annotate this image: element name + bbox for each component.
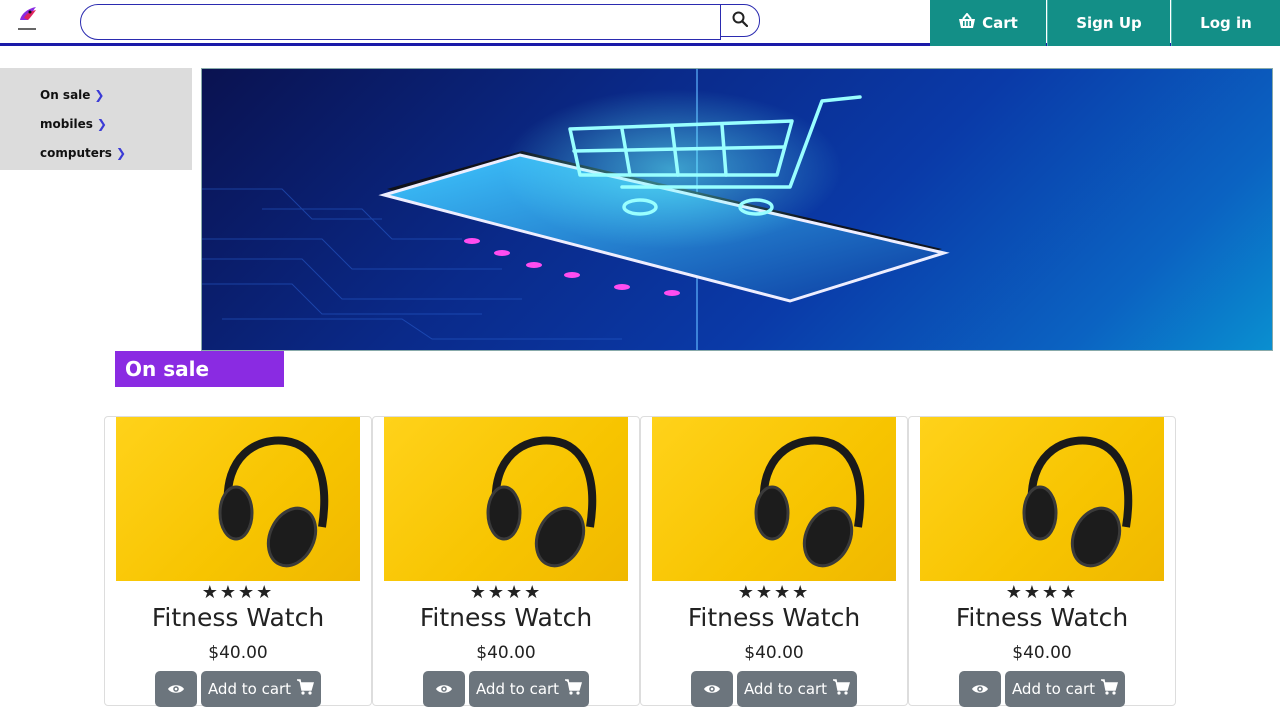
add-to-cart-button[interactable]: Add to cart — [1005, 671, 1125, 707]
chevron-right-icon: ❯ — [96, 116, 107, 131]
sidebar-item-label: mobiles — [40, 116, 93, 131]
cart-label: Cart — [982, 14, 1018, 32]
shopping-cart-icon — [832, 679, 851, 699]
shopping-cart-icon — [564, 679, 583, 699]
shopping-cart-icon — [296, 679, 315, 699]
product-image[interactable] — [384, 417, 628, 581]
sidebar-item-on-sale[interactable]: On sale ❯ — [0, 80, 192, 109]
eye-icon — [703, 680, 721, 699]
product-price: $40.00 — [476, 643, 536, 663]
chevron-right-icon: ❯ — [115, 145, 126, 160]
login-label: Log in — [1200, 14, 1252, 32]
add-to-cart-label: Add to cart — [743, 680, 828, 698]
login-button[interactable]: Log in — [1171, 0, 1280, 46]
add-to-cart-button[interactable]: Add to cart — [201, 671, 321, 707]
product-image[interactable] — [116, 417, 360, 581]
product-image[interactable] — [920, 417, 1164, 581]
signup-label: Sign Up — [1076, 14, 1142, 32]
search-icon — [732, 11, 749, 31]
sidebar-item-label: On sale — [40, 87, 91, 102]
view-button[interactable] — [691, 671, 733, 707]
product-card: ★★★★ Fitness Watch $40.00 Add to cart — [104, 416, 372, 707]
view-button[interactable] — [959, 671, 1001, 707]
chevron-right-icon: ❯ — [94, 87, 105, 102]
search-button[interactable] — [720, 4, 760, 37]
search-input[interactable] — [80, 4, 721, 40]
hero-banner — [201, 68, 1273, 351]
sidebar-item-label: computers — [40, 145, 112, 160]
add-to-cart-button[interactable]: Add to cart — [469, 671, 589, 707]
eye-icon — [167, 680, 185, 699]
add-to-cart-button[interactable]: Add to cart — [737, 671, 857, 707]
product-card: ★★★★ Fitness Watch $40.00 Add to cart — [908, 416, 1176, 707]
add-to-cart-label: Add to cart — [207, 680, 292, 698]
section-title: On sale — [115, 351, 284, 387]
sidebar-item-computers[interactable]: computers ❯ — [0, 138, 192, 167]
eye-icon — [971, 680, 989, 699]
product-price: $40.00 — [1012, 643, 1072, 663]
rating-stars: ★★★★ — [737, 582, 811, 603]
product-card: ★★★★ Fitness Watch $40.00 Add to cart — [372, 416, 640, 707]
product-price: $40.00 — [744, 643, 804, 663]
product-price: $40.00 — [208, 643, 268, 663]
view-button[interactable] — [423, 671, 465, 707]
shopping-cart-icon — [1100, 679, 1119, 699]
signup-button[interactable]: Sign Up — [1047, 0, 1170, 46]
view-button[interactable] — [155, 671, 197, 707]
product-card: ★★★★ Fitness Watch $40.00 Add to cart — [640, 416, 908, 707]
sidebar-item-mobiles[interactable]: mobiles ❯ — [0, 109, 192, 138]
product-title[interactable]: Fitness Watch — [641, 603, 907, 632]
bird-logo-icon[interactable] — [14, 4, 40, 32]
top-navbar: Cart Sign Up Log in — [0, 0, 1280, 46]
product-title[interactable]: Fitness Watch — [105, 603, 371, 632]
eye-icon — [435, 680, 453, 699]
cart-button[interactable]: Cart — [930, 0, 1046, 46]
rating-stars: ★★★★ — [201, 582, 275, 603]
shopping-basket-icon — [958, 12, 976, 33]
product-title[interactable]: Fitness Watch — [909, 603, 1175, 632]
add-to-cart-label: Add to cart — [475, 680, 560, 698]
category-sidebar: On sale ❯ mobiles ❯ computers ❯ — [0, 68, 192, 170]
rating-stars: ★★★★ — [469, 582, 543, 603]
product-title[interactable]: Fitness Watch — [373, 603, 639, 632]
product-image[interactable] — [652, 417, 896, 581]
rating-stars: ★★★★ — [1005, 582, 1079, 603]
add-to-cart-label: Add to cart — [1011, 680, 1096, 698]
